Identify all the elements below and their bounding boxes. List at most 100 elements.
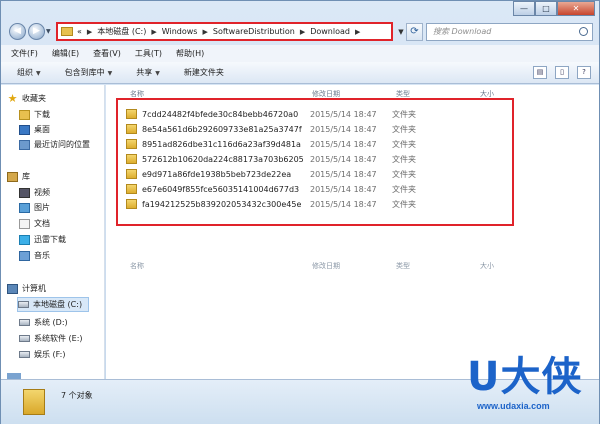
- file-row[interactable]: e9d971a86fde1938b5beb723de22ea 2015/5/14…: [126, 167, 416, 181]
- nav-group-computer[interactable]: 计算机: [7, 283, 46, 294]
- help-icon[interactable]: ?: [577, 66, 591, 79]
- folder-icon: [126, 184, 137, 194]
- close-button[interactable]: ✕: [557, 1, 595, 16]
- nav-item-videos[interactable]: 视频: [19, 187, 50, 198]
- nav-item-documents[interactable]: 文档: [19, 218, 50, 229]
- share-button[interactable]: 共享 ▼: [136, 67, 160, 78]
- search-icon[interactable]: [579, 27, 588, 36]
- nav-item-thunder-downloads[interactable]: 迅雷下载: [19, 234, 66, 245]
- nav-item-music[interactable]: 音乐: [19, 250, 50, 261]
- file-row[interactable]: 8951ad826dbe31c116d6a23af39d481a 2015/5/…: [126, 137, 416, 151]
- file-name: 572612b10620da224c88173a703b6205: [142, 154, 304, 164]
- disk-icon: [19, 335, 30, 342]
- item-count: 7 个对象: [61, 391, 93, 400]
- breadcrumb-softwaredistribution[interactable]: SoftwareDistribution: [213, 27, 295, 36]
- view-controls: ▤ ▯ ?: [533, 66, 591, 79]
- file-row[interactable]: 572612b10620da224c88173a703b6205 2015/5/…: [126, 152, 416, 166]
- organize-button[interactable]: 组织 ▼: [17, 67, 41, 78]
- file-row[interactable]: fa194212525b839202053432c300e45e 2015/5/…: [126, 197, 416, 211]
- search-input[interactable]: 搜索 Download: [426, 23, 593, 41]
- nav-item-downloads[interactable]: 下载: [19, 109, 50, 120]
- file-type: 文件夹: [392, 154, 416, 164]
- selected-drive-c: 本地磁盘 (C:): [17, 297, 90, 312]
- nav-item-label: 下载: [34, 110, 50, 119]
- menu-tools[interactable]: 工具(T): [135, 48, 162, 59]
- nav-item-label: 娱乐 (F:): [34, 350, 66, 359]
- nav-item-pictures[interactable]: 图片: [19, 202, 50, 213]
- address-dropdown-icon[interactable]: ▼: [396, 25, 406, 39]
- back-button[interactable]: ◀: [9, 23, 26, 40]
- breadcrumb-drive[interactable]: 本地磁盘 (C:): [97, 26, 146, 37]
- include-library-label: 包含到库中: [64, 68, 105, 77]
- file-date: 2015/5/14 18:47: [310, 139, 377, 149]
- search-placeholder: 搜索 Download: [433, 27, 492, 36]
- disk-icon: [19, 351, 30, 358]
- folder-large-icon: [23, 389, 45, 415]
- share-label: 共享: [136, 68, 153, 77]
- nav-group-libraries[interactable]: 库: [7, 171, 30, 182]
- forward-button[interactable]: ▶: [28, 23, 45, 40]
- maximize-button[interactable]: □: [535, 1, 557, 16]
- nav-item-label: 迅雷下载: [34, 235, 66, 244]
- nav-group-favorites[interactable]: ★ 收藏夹: [7, 93, 46, 104]
- history-dropdown-icon[interactable]: ▼: [46, 28, 51, 35]
- new-folder-button[interactable]: 新建文件夹: [184, 67, 224, 78]
- refresh-button[interactable]: ⟳: [406, 23, 423, 41]
- file-date: 2015/5/14 18:47: [310, 154, 377, 164]
- file-row[interactable]: e67e6049f855fce56035141004d677d3 2015/5/…: [126, 182, 416, 196]
- library-icon: [7, 171, 18, 182]
- chevron-down-icon: ▼: [155, 70, 160, 77]
- menu-view[interactable]: 查看(V): [93, 48, 121, 59]
- column-size-repeat: 大小: [480, 262, 494, 270]
- file-name: 8e54a561d6b292609733e81a25a3747f: [142, 124, 302, 134]
- preview-pane-icon[interactable]: ▯: [555, 66, 569, 79]
- watermark-url: www.udaxia.com: [477, 401, 550, 411]
- address-bar[interactable]: « ▶ 本地磁盘 (C:) ▶ Windows ▶ SoftwareDistri…: [56, 22, 393, 41]
- chevron-right-icon[interactable]: ▶: [87, 28, 92, 36]
- breadcrumb-download[interactable]: Download: [310, 27, 350, 36]
- file-row[interactable]: 7cdd24482f4bfede30c84bebb46720a0 2015/5/…: [126, 107, 416, 121]
- nav-favorites-label: 收藏夹: [22, 94, 46, 103]
- file-date: 2015/5/14 18:47: [310, 109, 377, 119]
- chevron-right-icon[interactable]: ▶: [355, 28, 360, 36]
- nav-item-drive-c[interactable]: 本地磁盘 (C:): [17, 297, 90, 312]
- column-header-repeat: 名称 修改日期 类型 大小: [116, 261, 588, 271]
- minimize-button[interactable]: —: [513, 1, 535, 16]
- nav-computer-label: 计算机: [22, 284, 46, 293]
- include-in-library-button[interactable]: 包含到库中 ▼: [65, 67, 113, 78]
- breadcrumb-overflow[interactable]: «: [77, 27, 82, 36]
- video-icon: [19, 187, 30, 198]
- menu-help[interactable]: 帮助(H): [176, 48, 204, 59]
- file-date: 2015/5/14 18:47: [310, 124, 377, 134]
- explorer-window: ◀ ▶ ▼ « ▶ 本地磁盘 (C:) ▶ Windows ▶ Software…: [0, 0, 600, 424]
- folder-icon: [126, 199, 137, 209]
- file-type: 文件夹: [392, 184, 416, 194]
- nav-item-desktop[interactable]: 桌面: [19, 124, 50, 135]
- pictures-icon: [19, 202, 30, 213]
- file-type: 文件夹: [392, 139, 416, 149]
- nav-item-label: 系统 (D:): [34, 318, 68, 327]
- folder-icon: [126, 154, 137, 164]
- breadcrumb-windows[interactable]: Windows: [162, 27, 198, 36]
- file-type: 文件夹: [392, 199, 416, 209]
- command-bar: 组织 ▼ 包含到库中 ▼ 共享 ▼ 新建文件夹 ▤ ▯ ?: [1, 62, 599, 84]
- nav-item-label: 系统软件 (E:): [34, 334, 83, 343]
- nav-item-drive-d[interactable]: 系统 (D:): [19, 317, 68, 328]
- nav-item-recent-places[interactable]: 最近访问的位置: [19, 139, 90, 150]
- nav-item-drive-f[interactable]: 娱乐 (F:): [19, 349, 65, 360]
- nav-item-label: 本地磁盘 (C:): [33, 300, 83, 309]
- nav-item-drive-e[interactable]: 系统软件 (E:): [19, 333, 83, 344]
- chevron-right-icon[interactable]: ▶: [300, 28, 305, 36]
- chevron-right-icon[interactable]: ▶: [151, 28, 156, 36]
- disk-icon: [18, 301, 29, 308]
- chevron-down-icon: ▼: [107, 70, 113, 77]
- disk-icon: [19, 319, 30, 326]
- menu-edit[interactable]: 编辑(E): [52, 48, 79, 59]
- watermark-brand: U大侠: [467, 354, 583, 400]
- address-row: ◀ ▶ ▼ « ▶ 本地磁盘 (C:) ▶ Windows ▶ Software…: [1, 1, 599, 45]
- file-row[interactable]: 8e54a561d6b292609733e81a25a3747f 2015/5/…: [126, 122, 416, 136]
- view-options-icon[interactable]: ▤: [533, 66, 547, 79]
- file-name: e9d971a86fde1938b5beb723de22ea: [142, 169, 292, 179]
- menu-file[interactable]: 文件(F): [11, 48, 38, 59]
- chevron-right-icon[interactable]: ▶: [202, 28, 207, 36]
